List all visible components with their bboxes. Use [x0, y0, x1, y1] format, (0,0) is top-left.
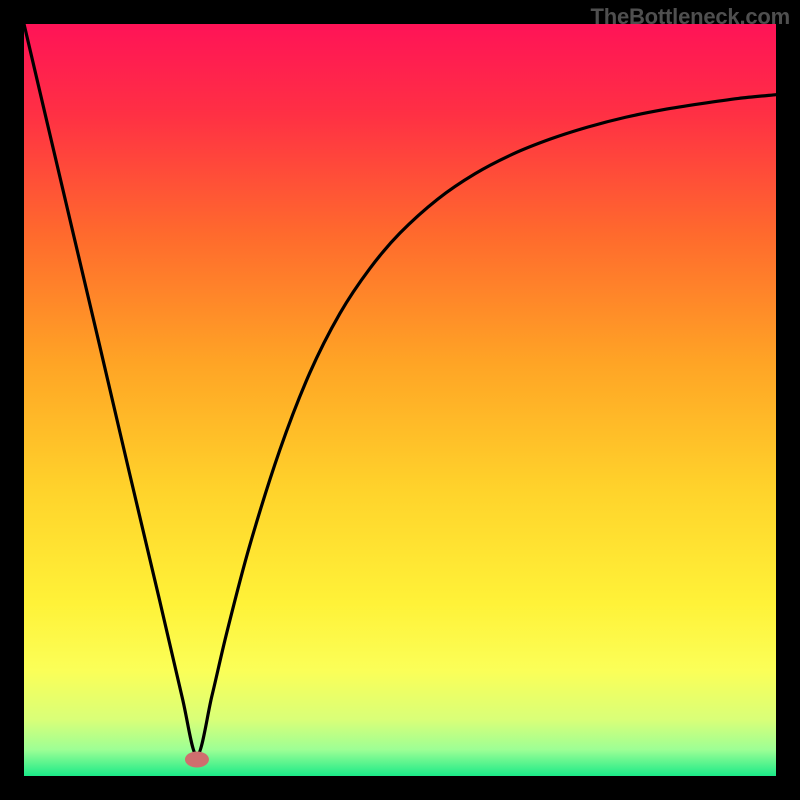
gradient-background	[24, 24, 776, 776]
plot-area	[24, 24, 776, 776]
min-marker	[185, 751, 209, 767]
attribution-label: TheBottleneck.com	[590, 4, 790, 30]
bottleneck-chart	[24, 24, 776, 776]
